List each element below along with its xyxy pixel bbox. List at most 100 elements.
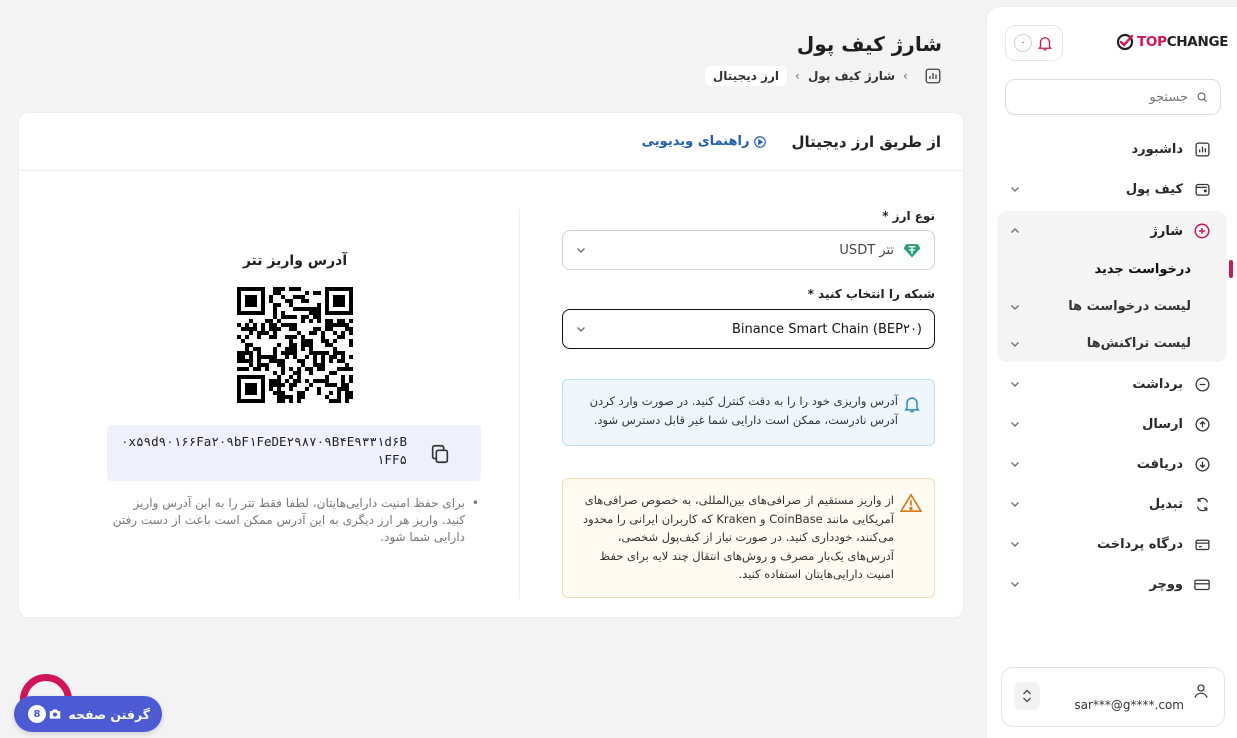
refresh-icon [1193, 495, 1211, 513]
chevron-down-icon [1009, 458, 1021, 470]
sidebar-item-dashboard[interactable]: داشبورد [997, 129, 1227, 169]
brand-logo[interactable]: TOP CHANGE [1115, 32, 1228, 52]
chevron-down-icon [1009, 418, 1021, 430]
notification-count: ۰ [1014, 34, 1032, 52]
sidebar-item-label: تبدیل [1148, 496, 1183, 512]
arrow-up-circle-icon [1193, 415, 1211, 433]
user-icon [1194, 684, 1208, 698]
currency-select[interactable]: تتر USDT [562, 230, 935, 270]
chevron-up-down-icon [1022, 689, 1032, 703]
sub-item-label: لیست تراکنش‌ها [1086, 336, 1191, 351]
deposit-qr-code [237, 287, 353, 403]
warning-text: از واریز مستقیم از صرافی‌های بین‌المللی،… [582, 493, 894, 581]
chevron-left-icon: › [903, 69, 908, 83]
search-box[interactable] [1005, 79, 1221, 115]
logo-text-top: TOP [1137, 34, 1167, 50]
sub-item-label: لیست درخواست ها [1068, 299, 1191, 314]
bell-icon [904, 397, 920, 413]
arrow-down-circle-icon [1193, 455, 1211, 473]
chevron-down-icon [1009, 498, 1021, 510]
sub-item-transaction-list[interactable]: لیست تراکنش‌ها [997, 325, 1227, 362]
camera-icon [50, 709, 61, 719]
column-divider [519, 209, 520, 599]
sidebar-item-exchange[interactable]: تبدیل [997, 484, 1227, 524]
sidebar-item-label: ارسال [1142, 416, 1183, 432]
sidebar-item-label: درگاه پرداخت [1096, 536, 1183, 552]
account-switch-button[interactable] [1014, 682, 1040, 710]
sidebar-nav: داشبورد کیف پول شارژ درخواست جدید لیست د… [997, 129, 1233, 604]
deposit-address-box: ۰x۵۹d۹۰۱۶۶Fa۲۰۹bF۱FeDE۲۹۸۷۰۹B۴E۹۳۳۱d۶B۱F… [107, 425, 481, 481]
sidebar-item-withdraw[interactable]: برداشت [997, 364, 1227, 404]
currency-value: تتر USDT [839, 242, 894, 258]
network-value: Binance Smart Chain (BEP۲۰) [731, 321, 922, 337]
deposit-address[interactable]: ۰x۵۹d۹۰۱۶۶Fa۲۰۹bF۱FeDE۲۹۸۷۰۹B۴E۹۳۳۱d۶B۱F… [117, 433, 407, 469]
search-icon [1197, 92, 1207, 102]
search-input[interactable] [1018, 89, 1188, 105]
notifications-button[interactable]: ۰ [1005, 25, 1063, 61]
network-select[interactable]: Binance Smart Chain (BEP۲۰) [562, 309, 935, 349]
sidebar-item-voucher[interactable]: ووچر [997, 564, 1227, 604]
sidebar-item-send[interactable]: ارسال [997, 404, 1227, 444]
chevron-down-icon [1009, 378, 1021, 390]
voucher-icon [1193, 575, 1211, 593]
wallet-icon [1193, 180, 1211, 198]
dashboard-icon[interactable] [924, 67, 942, 85]
card-header: از طریق ارز دیجیتال راهنمای ویدیویی [19, 113, 963, 171]
logo-mark-icon [1116, 33, 1134, 51]
sidebar-item-label: دریافت [1136, 456, 1183, 472]
sidebar-item-payment-gateway[interactable]: درگاه پرداخت [997, 524, 1227, 564]
sidebar-item-label: ووچر [1149, 576, 1183, 592]
breadcrumb-item-current: ارز دیجیتال [704, 66, 787, 86]
chevron-down-icon [1009, 183, 1021, 195]
chevron-left-icon: › [795, 69, 800, 83]
charge-card: از طریق ارز دیجیتال راهنمای ویدیویی نوع … [18, 112, 964, 618]
breadcrumb: › شارژ کیف پول › ارز دیجیتال [704, 66, 942, 86]
capture-page-button[interactable]: 8 گرفتن صفحه [14, 696, 162, 732]
chevron-up-icon [1009, 225, 1021, 237]
play-circle-icon [754, 135, 767, 148]
video-guide-label: راهنمای ویدیویی [641, 134, 750, 149]
chevron-down-icon [1009, 338, 1021, 350]
chevron-down-icon [575, 244, 587, 256]
plus-circle-icon [1193, 222, 1211, 240]
capture-label-wrap: گرفتن صفحه [48, 707, 150, 722]
sub-item-new-request[interactable]: درخواست جدید [997, 251, 1233, 288]
active-indicator [1229, 260, 1233, 278]
chevron-down-icon [1009, 301, 1021, 313]
capture-badge: 8 [28, 705, 46, 723]
sub-item-request-list[interactable]: لیست درخواست ها [997, 288, 1227, 325]
sidebar-item-label: کیف پول [1125, 181, 1183, 197]
info-text: آدرس واریزی خود را را به دقت کنترل کنید.… [589, 394, 898, 427]
user-email: sar***@g****.com [1074, 698, 1184, 712]
capture-label: گرفتن صفحه [68, 706, 150, 722]
sidebar: TOPCHANGE ۰ داشبورد کیف پول شارژ درخو [986, 6, 1237, 738]
chevron-down-icon [1009, 578, 1021, 590]
breadcrumb-item-wallet[interactable]: شارژ کیف پول [808, 69, 895, 83]
page-title: شارژ کیف پول [796, 32, 942, 56]
sidebar-item-label: داشبورد [1131, 141, 1183, 157]
chevron-down-icon [1009, 538, 1021, 550]
warning-icon [900, 493, 922, 512]
video-guide-link[interactable]: راهنمای ویدیویی [642, 134, 768, 149]
deposit-note: برای حفظ امنیت دارایی‌هایتان، لطفا فقط ت… [109, 495, 479, 546]
info-alert: آدرس واریزی خود را را به دقت کنترل کنید.… [562, 379, 935, 446]
logo-text-change: CHANGE [1166, 34, 1229, 50]
currency-label: نوع ارز * [882, 209, 935, 223]
sidebar-item-label: شارژ [1150, 223, 1183, 239]
card-title: از طریق ارز دیجیتال [791, 132, 941, 151]
sidebar-item-label: برداشت [1132, 376, 1183, 392]
card-icon [1193, 535, 1211, 553]
bell-icon [1038, 37, 1052, 51]
charge-group: شارژ درخواست جدید لیست درخواست ها لیست ت… [997, 211, 1233, 362]
sub-item-label: درخواست جدید [1094, 262, 1191, 277]
minus-circle-icon [1193, 375, 1211, 393]
sidebar-item-receive[interactable]: دریافت [997, 444, 1227, 484]
copy-icon[interactable] [429, 443, 451, 465]
user-account-box[interactable]: sar***@g****.com [1001, 667, 1225, 727]
dashboard-icon [1193, 140, 1211, 158]
tether-icon [903, 244, 921, 258]
sidebar-item-charge[interactable]: شارژ [997, 211, 1227, 251]
chevron-down-icon [575, 323, 587, 335]
sidebar-item-wallet[interactable]: کیف پول [997, 169, 1227, 209]
warning-alert: از واریز مستقیم از صرافی‌های بین‌المللی،… [562, 478, 935, 598]
